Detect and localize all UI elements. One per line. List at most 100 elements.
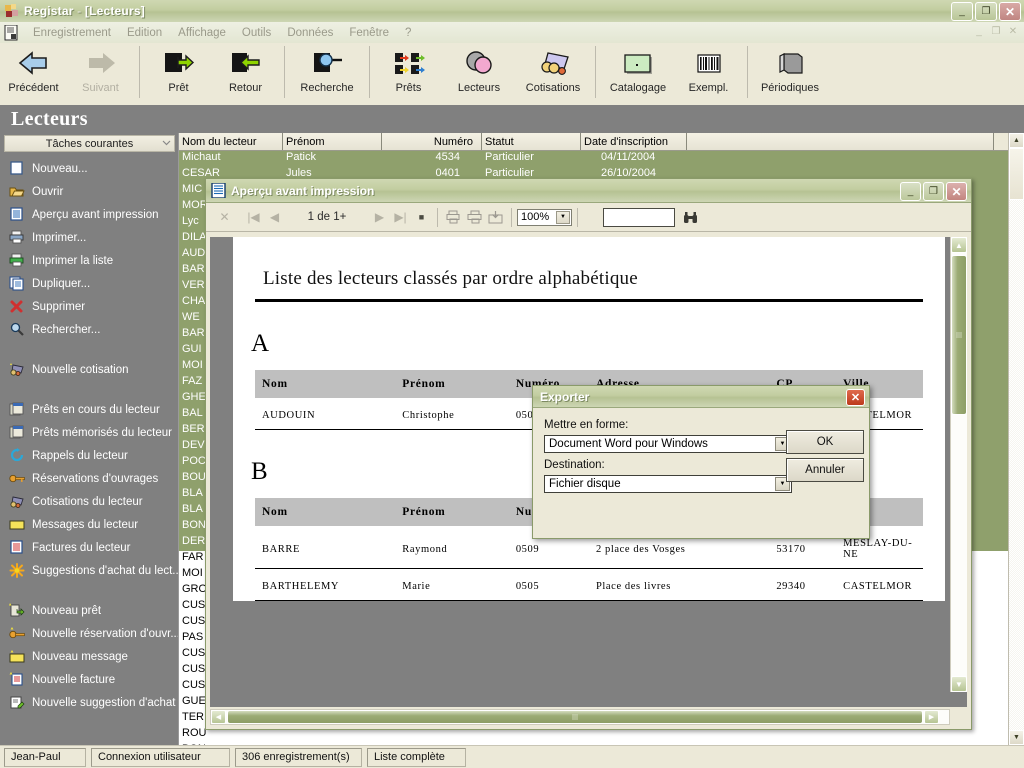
search-input[interactable] — [603, 207, 675, 227]
preview-scroll-up-icon[interactable]: ▲ — [951, 237, 967, 253]
menu-item-edition[interactable]: Edition — [119, 26, 170, 40]
sidebar-header[interactable]: Tâches courantes — [4, 135, 175, 152]
export-icon[interactable] — [485, 207, 506, 227]
menu-item-donnees[interactable]: Données — [279, 26, 341, 40]
minimize-button[interactable]: _ — [951, 2, 973, 21]
sidebar-item-ouvrir[interactable]: Ouvrir — [0, 180, 178, 203]
toolbar-button-exempl[interactable]: Exempl. — [675, 46, 742, 94]
grid-column-header-nom[interactable]: Nom du lecteur — [179, 133, 283, 150]
sidebar-item-apercu-avant-impression[interactable]: Aperçu avant impression — [0, 203, 178, 226]
mdi-minimize-button[interactable]: _ — [972, 25, 986, 38]
mdi-close-button[interactable]: ✕ — [1006, 25, 1020, 38]
toolbar-button-periodiques[interactable]: Périodiques — [753, 46, 827, 94]
sidebar-item-nouveau[interactable]: Nouveau... — [0, 157, 178, 180]
toolbar-button-prets[interactable]: Prêts — [375, 46, 442, 94]
print-setup-icon[interactable] — [464, 207, 485, 227]
sidebar-item-nouveau-message[interactable]: Nouveau message — [0, 645, 178, 668]
toolbar-button-cotisations[interactable]: Cotisations — [516, 46, 590, 94]
toolbar-button-recherche[interactable]: Recherche — [290, 46, 364, 94]
menu-item-outils[interactable]: Outils — [234, 26, 279, 40]
sidebar-item-rechercher[interactable]: Rechercher... — [0, 318, 178, 341]
toolbar-label-pret: Prêt — [168, 82, 189, 94]
sidebar-item-suggestions[interactable]: Suggestions d'achat du lect... — [0, 559, 178, 582]
tasks-sidebar: Tâches courantes Nouveau... Ouvrir Aperç… — [0, 133, 179, 745]
preview-last-page-button[interactable]: ▶| — [390, 207, 411, 227]
page-title: Lecteurs — [11, 107, 88, 130]
sidebar-item-reservations[interactable]: Réservations d'ouvrages — [0, 467, 178, 490]
grid-column-header-prenom[interactable]: Prénom — [283, 133, 382, 150]
preview-scroll-down-icon[interactable]: ▼ — [951, 676, 967, 692]
sidebar-item-rappels[interactable]: Rappels du lecteur — [0, 444, 178, 467]
table-row[interactable]: Michaut Patick 4534 Particulier 04/11/2004 — [179, 151, 1009, 167]
reservation-key-icon — [9, 471, 25, 486]
sidebar-item-nouvelle-suggestion[interactable]: Nouvelle suggestion d'achat — [0, 691, 178, 714]
sidebar-item-messages[interactable]: Messages du lecteur — [0, 513, 178, 536]
toolbar-button-retour[interactable]: Retour — [212, 46, 279, 94]
preview-scroll-right-icon[interactable]: ▶ — [924, 710, 939, 724]
preview-hscroll-thumb[interactable] — [227, 710, 923, 724]
grid-column-header-statut[interactable]: Statut — [482, 133, 581, 150]
search-pin-icon — [309, 48, 345, 80]
preview-prev-page-button[interactable]: ◀ — [264, 207, 285, 227]
preview-cancel-button[interactable]: ✕ — [214, 207, 235, 227]
preview-vscroll-thumb[interactable] — [951, 255, 967, 415]
zoom-select[interactable]: 100% ▼ — [517, 208, 572, 226]
menu-item-affichage[interactable]: Affichage — [170, 26, 234, 40]
sidebar-item-dupliquer[interactable]: Dupliquer... — [0, 272, 178, 295]
sidebar-item-cotisations-lecteur[interactable]: Cotisations du lecteur — [0, 490, 178, 513]
menu-item-help[interactable]: ? — [397, 26, 419, 40]
report-cell: Christophe — [395, 398, 509, 430]
toolbar-button-precedent[interactable]: Précédent — [0, 46, 67, 94]
preview-vertical-scrollbar[interactable]: ▲ ▼ — [950, 237, 967, 692]
toolbar-button-catalogage[interactable]: Catalogage — [601, 46, 675, 94]
sidebar-item-nouveau-pret[interactable]: Nouveau prêt — [0, 599, 178, 622]
toolbar-button-lecteurs[interactable]: Lecteurs — [442, 46, 516, 94]
ok-button[interactable]: OK — [786, 430, 864, 454]
export-dialog: Exporter ✕ Mettre en forme: Document Wor… — [532, 385, 870, 539]
binoculars-icon[interactable] — [680, 207, 701, 227]
sidebar-item-supprimer[interactable]: Supprimer — [0, 295, 178, 318]
grid-column-header-blank[interactable] — [687, 133, 994, 150]
mdi-restore-button[interactable]: ❐ — [989, 25, 1003, 38]
preview-next-page-button[interactable]: ▶ — [369, 207, 390, 227]
report-cell: 0505 — [508, 568, 589, 601]
scroll-down-arrow-icon[interactable]: ▼ — [1009, 730, 1024, 745]
sidebar-item-prets-en-cours[interactable]: Prêts en cours du lecteur — [0, 398, 178, 421]
preview-first-page-button[interactable]: |◀ — [243, 207, 264, 227]
print-icon[interactable] — [443, 207, 464, 227]
preview-stop-button[interactable]: ■ — [411, 207, 432, 227]
destination-select[interactable]: Fichier disque ▼ — [544, 475, 792, 493]
cancel-button[interactable]: Annuler — [786, 458, 864, 482]
sidebar-item-nouvelle-facture[interactable]: Nouvelle facture — [0, 668, 178, 691]
main-scrollbar-thumb[interactable] — [1009, 148, 1024, 200]
sidebar-item-imprimer-la-liste[interactable]: Imprimer la liste — [0, 249, 178, 272]
preview-maximize-button[interactable]: ❐ — [923, 182, 944, 201]
preview-horizontal-scrollbar[interactable]: ◀ ▶ — [210, 709, 950, 725]
chevron-collapse-icon[interactable] — [162, 138, 171, 147]
sidebar-item-factures[interactable]: Factures du lecteur — [0, 536, 178, 559]
format-select[interactable]: Document Word pour Windows ▼ — [544, 435, 792, 453]
grid-column-header-date[interactable]: Date d'inscription — [581, 133, 687, 150]
preview-minimize-button[interactable]: _ — [900, 182, 921, 201]
chevron-down-icon[interactable]: ▼ — [556, 210, 570, 224]
sidebar-item-imprimer[interactable]: Imprimer... — [0, 226, 178, 249]
report-cell: BARTHELEMY — [255, 568, 396, 601]
export-dialog-close-button[interactable]: ✕ — [846, 389, 865, 406]
scroll-up-arrow-icon[interactable]: ▲ — [1009, 133, 1024, 148]
toolbar-button-pret[interactable]: Prêt — [145, 46, 212, 94]
menu-item-fenetre[interactable]: Fenêtre — [341, 26, 397, 40]
sidebar-item-prets-memorises[interactable]: Prêts mémorisés du lecteur — [0, 421, 178, 444]
page-header: Lecteurs — [0, 105, 1024, 133]
sidebar-item-nouvelle-cotisation[interactable]: Nouvelle cotisation — [0, 358, 178, 381]
sidebar-label-rechercher: Rechercher... — [32, 323, 101, 336]
grid-column-header-numero[interactable]: Numéro — [382, 133, 482, 150]
preview-scroll-left-icon[interactable]: ◀ — [211, 710, 226, 724]
print-preview-icon — [9, 207, 25, 222]
menu-item-enregistrement[interactable]: Enregistrement — [25, 26, 119, 40]
toolbar-label-retour: Retour — [228, 82, 263, 94]
maximize-button[interactable]: ❐ — [975, 2, 997, 21]
preview-close-button[interactable]: ✕ — [946, 182, 967, 201]
main-vertical-scrollbar[interactable]: ▲ ▼ — [1008, 133, 1024, 745]
sidebar-item-nouvelle-reservation[interactable]: Nouvelle réservation d'ouvr... — [0, 622, 178, 645]
close-button[interactable]: ✕ — [999, 2, 1021, 21]
